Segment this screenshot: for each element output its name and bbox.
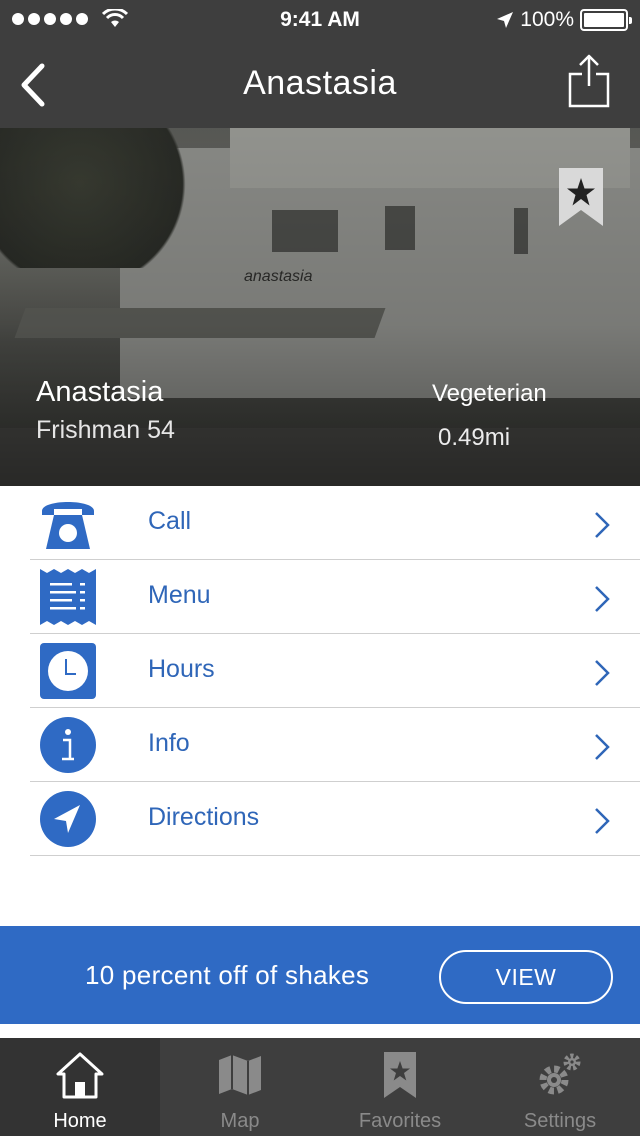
restaurant-photo: anastasia Anastasia Frishman 54 Vegeteri…	[0, 128, 640, 486]
tab-favorites[interactable]: Favorites	[320, 1038, 480, 1136]
restaurant-name: Anastasia	[36, 376, 164, 408]
navigation-bar: 9:41 AM 100% Anastasia	[0, 0, 640, 128]
chevron-right-icon	[595, 734, 610, 760]
favorites-bookmark-icon	[384, 1052, 416, 1098]
row-divider	[30, 855, 640, 856]
chevron-right-icon	[595, 660, 610, 686]
menu-receipt-icon	[40, 569, 96, 625]
location-services-icon	[497, 12, 514, 28]
tab-label: Home	[53, 1110, 107, 1132]
list-item-info[interactable]: Info	[0, 708, 640, 782]
map-icon	[219, 1055, 261, 1095]
tab-bar: Home Map Favorites Settings	[0, 1038, 640, 1136]
action-label: Directions	[148, 803, 260, 831]
restaurant-address: Frishman 54	[36, 416, 175, 444]
clock-icon	[40, 643, 96, 699]
view-button[interactable]: VIEW	[439, 950, 613, 1004]
list-item-menu[interactable]: Menu	[0, 560, 640, 634]
status-bar: 9:41 AM 100%	[0, 0, 640, 40]
restaurant-distance: 0.49mi	[438, 424, 511, 451]
battery-icon	[580, 9, 632, 31]
list-item-directions[interactable]: Directions	[0, 782, 640, 856]
list-item-call[interactable]: Call	[0, 486, 640, 560]
action-list: Call Menu Hours Info Directions	[0, 486, 640, 856]
location-arrow-icon	[40, 791, 96, 847]
tab-label: Map	[220, 1110, 260, 1132]
promo-banner: 10 percent off of shakes VIEW	[0, 926, 640, 1024]
chevron-right-icon	[595, 512, 610, 538]
status-right: 100%	[496, 8, 632, 32]
tab-label: Favorites	[358, 1110, 442, 1132]
info-icon	[40, 717, 96, 773]
home-icon	[56, 1052, 104, 1099]
chevron-right-icon	[595, 808, 610, 834]
list-item-hours[interactable]: Hours	[0, 634, 640, 708]
tab-label: Settings	[523, 1110, 597, 1132]
promo-text: 10 percent off of shakes	[85, 960, 370, 990]
favorite-bookmark-button[interactable]	[558, 168, 604, 228]
tab-settings[interactable]: Settings	[480, 1038, 640, 1136]
action-label: Menu	[148, 581, 211, 609]
chevron-right-icon	[595, 586, 610, 612]
tab-home[interactable]: Home	[0, 1038, 160, 1136]
share-button[interactable]	[564, 52, 614, 112]
page-title: Anastasia	[243, 64, 397, 102]
telephone-icon	[42, 502, 94, 549]
action-label: Hours	[148, 655, 215, 683]
battery-percent: 100%	[520, 8, 574, 31]
restaurant-category: Vegeterian	[432, 380, 547, 407]
action-label: Call	[148, 507, 192, 535]
tab-map[interactable]: Map	[160, 1038, 320, 1136]
action-label: Info	[148, 729, 190, 757]
gears-icon	[539, 1053, 581, 1095]
